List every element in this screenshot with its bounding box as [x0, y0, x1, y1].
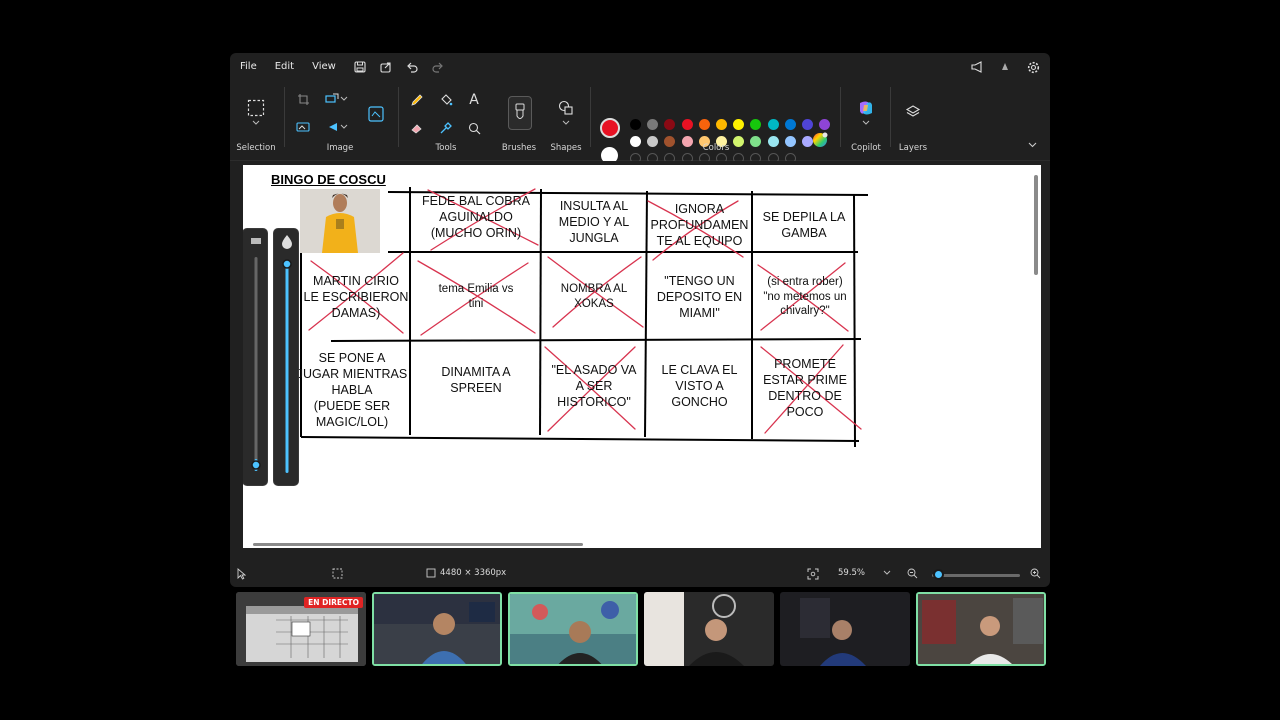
layers-icon[interactable] — [901, 101, 925, 123]
bingo-cell: "EL ASADO VA A SER HISTORICO" — [551, 363, 637, 409]
zoom-level: 59.5% — [838, 568, 866, 578]
tools-group: A Tools — [404, 81, 488, 161]
brush-icon[interactable] — [508, 96, 532, 130]
bingo-cell: PROMETE ESTAR PRIME DENTRO DE POCO — [763, 357, 847, 419]
canvas-dimensions: 4480 × 3360px — [440, 568, 507, 578]
bingo-cell: DINAMITA A SPREEN — [441, 365, 511, 395]
chevron-down-icon — [883, 570, 891, 575]
share-icon[interactable] — [375, 56, 397, 78]
webcam-participant[interactable] — [916, 592, 1046, 666]
color-picker-icon[interactable] — [434, 117, 458, 139]
webcam-participant[interactable] — [372, 592, 502, 666]
colors-label: Colors — [702, 143, 730, 153]
copilot-group: Copilot — [844, 81, 888, 161]
bingo-cell: LE CLAVA EL VISTO A GONCHO — [661, 363, 738, 409]
zoom-out-icon[interactable] — [907, 568, 918, 579]
bingo-cell: "TENGO UN DEPOSITO EN MIAMI" — [656, 274, 743, 320]
shapes-group: Shapes — [546, 81, 586, 161]
webcam-participant[interactable] — [780, 592, 910, 666]
live-badge: EN DIRECTO — [304, 597, 363, 608]
image-label: Image — [326, 143, 354, 153]
selection-size-icon — [332, 568, 343, 579]
menu-edit[interactable]: Edit — [266, 53, 303, 81]
pencil-icon[interactable] — [405, 89, 429, 111]
webcam-participant[interactable] — [644, 592, 774, 666]
redo-icon[interactable] — [427, 56, 449, 78]
paint-window: File Edit View Selection Image A Tools B… — [230, 53, 1050, 587]
rect-select-icon[interactable] — [244, 97, 268, 119]
bingo-cell: SE DEPILA LA GAMBA — [762, 210, 846, 240]
divider — [590, 87, 591, 147]
bingo-cell: MARTIN CIRIO LE ESCRIBIERON DAMAS) — [303, 274, 409, 320]
divider — [890, 87, 891, 147]
drawing-canvas[interactable]: BINGO DE COSCU FEDE BAL COBRA AGUINALDO … — [243, 165, 1041, 548]
text-tool-icon[interactable]: A — [462, 89, 486, 111]
layers-group: Layers — [894, 81, 932, 161]
vertical-scrollbar[interactable] — [1034, 175, 1038, 275]
brush-size-slider[interactable] — [243, 228, 268, 486]
menu-file[interactable]: File — [230, 53, 266, 81]
bingo-cell: INSULTA AL MEDIO Y AL JUNGLA — [558, 199, 630, 245]
background-removal-icon[interactable] — [291, 116, 315, 138]
status-bar: 4480 × 3360px 59.5% — [230, 563, 1050, 587]
bingo-cell: (si entra rober) "no metemos un chivalry… — [763, 275, 847, 318]
brushes-label: Brushes — [501, 143, 537, 153]
divider — [284, 87, 285, 147]
megaphone-icon[interactable] — [966, 56, 988, 78]
pointer-icon — [236, 568, 246, 580]
zoom-in-icon[interactable] — [1030, 568, 1041, 579]
bingo-cell: tema Emilia vs tini — [438, 283, 514, 310]
copilot-label: Copilot — [851, 143, 881, 153]
shapes-icon[interactable] — [554, 97, 578, 119]
eraser-icon[interactable] — [405, 117, 429, 139]
chevron-down-icon[interactable] — [854, 117, 878, 129]
canvas-area: BINGO DE COSCU FEDE BAL COBRA AGUINALDO … — [230, 161, 1050, 553]
opacity-slider[interactable] — [273, 228, 299, 486]
ribbon-toolbar: Selection Image A Tools Brushes Shapes C… — [230, 81, 1050, 164]
zoom-slider-track[interactable] — [932, 574, 1020, 577]
colors-group: Colors — [596, 81, 836, 161]
webcam-participant[interactable] — [508, 592, 638, 666]
image-group: Image — [290, 81, 390, 161]
canvas-size: 4480 × 3360px — [426, 568, 506, 578]
bingo-cell: NOMBRA AL XOKAS — [560, 283, 628, 310]
selection-group: Selection — [230, 81, 282, 161]
divider — [840, 87, 841, 147]
settings-gear-icon[interactable] — [1022, 56, 1044, 78]
save-icon[interactable] — [349, 56, 371, 78]
copilot-icon[interactable] — [854, 97, 878, 119]
tools-label: Tools — [435, 143, 457, 153]
image-properties-icon[interactable] — [364, 103, 388, 125]
divider — [398, 87, 399, 147]
fill-bucket-icon[interactable] — [434, 89, 458, 111]
selection-label: Selection — [236, 143, 276, 153]
layers-label: Layers — [898, 143, 928, 153]
stream-cam-strip: EN DIRECTO — [236, 592, 1046, 666]
shapes-label: Shapes — [550, 143, 582, 153]
undo-icon[interactable] — [401, 56, 423, 78]
magnifier-icon[interactable] — [462, 117, 486, 139]
menu-bar: File Edit View — [230, 53, 1050, 81]
chevron-down-icon[interactable] — [554, 117, 578, 129]
zoom-slider-thumb[interactable] — [933, 569, 944, 580]
chevron-down-icon[interactable] — [244, 117, 268, 129]
bingo-cell: IGNORA PROFUNDAMEN TE AL EQUIPO — [650, 202, 749, 248]
account-icon[interactable] — [994, 56, 1016, 78]
bingo-cell: FEDE BAL COBRA AGUINALDO (MUCHO ORIN) — [422, 194, 530, 240]
crop-icon[interactable] — [291, 88, 315, 110]
bingo-cell: SE PONE A JUGAR MIENTRAS HABLA (PUEDE SE… — [296, 351, 408, 429]
ribbon-collapse-chevron-icon[interactable] — [1026, 139, 1038, 151]
menu-view[interactable]: View — [303, 53, 345, 81]
fit-to-window-icon[interactable] — [807, 568, 819, 580]
chevron-down-icon[interactable] — [338, 116, 350, 138]
zoom-dropdown[interactable]: 59.5% — [838, 568, 891, 578]
stream-thumbnail[interactable]: EN DIRECTO — [236, 592, 366, 666]
horizontal-scrollbar[interactable] — [253, 543, 583, 546]
chevron-down-icon[interactable] — [338, 88, 350, 110]
canvas-size-icon — [426, 568, 436, 578]
